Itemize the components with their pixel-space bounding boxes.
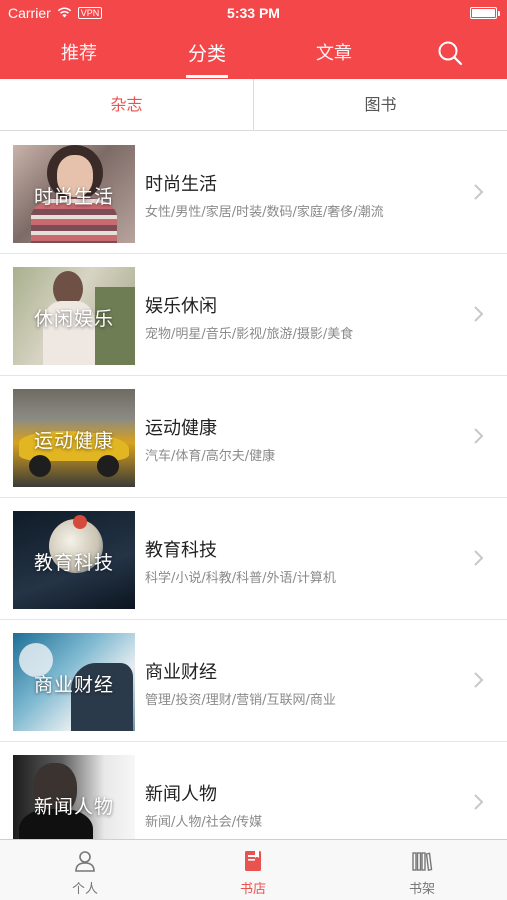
thumbnail-label: 商业财经 — [33, 674, 114, 696]
tab-label: 个人 — [71, 882, 98, 897]
person-icon — [75, 851, 95, 872]
segment-magazine[interactable]: 杂志 — [0, 79, 253, 131]
segment-books[interactable]: 图书 — [254, 79, 507, 131]
tab-personal[interactable]: 个人 — [35, 840, 135, 900]
chevron-right-icon — [474, 794, 484, 810]
category-row-education[interactable]: 教育科技 教育科技 科学/小说/科教/科普/外语/计算机 — [0, 498, 507, 620]
category-thumbnail: 休闲娱乐 — [13, 267, 135, 365]
category-row-news[interactable]: 新闻人物 新闻人物 新闻/人物/社会/传媒 — [0, 742, 507, 839]
tab-category[interactable]: 分类 — [167, 39, 247, 66]
search-icon[interactable] — [437, 40, 463, 66]
category-thumbnail: 时尚生活 — [13, 145, 135, 243]
category-subtitle: 汽车/体育/高尔夫/健康 — [145, 449, 276, 464]
category-subtitle: 管理/投资/理财/营销/互联网/商业 — [145, 693, 336, 708]
status-bar: Carrier VPN 5:33 PM — [0, 0, 507, 26]
category-row-fashion[interactable]: 时尚生活 时尚生活 女性/男性/家居/时装/数码/家庭/奢侈/潮流 — [0, 132, 507, 254]
bookstore-icon — [245, 851, 261, 871]
active-tab-indicator — [186, 75, 228, 78]
bottom-tab-bar: 个人 书店 书架 — [0, 839, 507, 900]
category-thumbnail: 教育科技 — [13, 511, 135, 609]
segment-control: 杂志 图书 — [0, 79, 507, 131]
category-title: 商业财经 — [145, 662, 217, 683]
chevron-right-icon — [474, 550, 484, 566]
category-thumbnail: 新闻人物 — [13, 755, 135, 839]
chevron-right-icon — [474, 184, 484, 200]
category-list: 时尚生活 时尚生活 女性/男性/家居/时装/数码/家庭/奢侈/潮流 休闲娱乐 娱… — [0, 132, 507, 839]
category-title: 时尚生活 — [145, 174, 217, 195]
category-row-sports[interactable]: 运动健康 运动健康 汽车/体育/高尔夫/健康 — [0, 376, 507, 498]
category-subtitle: 女性/男性/家居/时装/数码/家庭/奢侈/潮流 — [145, 205, 384, 220]
category-row-entertainment[interactable]: 休闲娱乐 娱乐休闲 宠物/明星/音乐/影视/旅游/摄影/美食 — [0, 254, 507, 376]
chevron-right-icon — [474, 306, 484, 322]
thumbnail-label: 时尚生活 — [33, 186, 114, 208]
tab-label: 书店 — [239, 882, 266, 897]
thumbnail-label: 运动健康 — [33, 430, 114, 452]
category-subtitle: 科学/小说/科教/科普/外语/计算机 — [145, 571, 336, 586]
tab-bookshelf[interactable]: 书架 — [372, 840, 472, 900]
thumbnail-label: 教育科技 — [33, 552, 114, 574]
category-title: 新闻人物 — [145, 784, 217, 805]
chevron-right-icon — [474, 428, 484, 444]
bookshelf-icon — [412, 852, 433, 872]
thumbnail-label: 新闻人物 — [33, 796, 114, 818]
category-thumbnail: 运动健康 — [13, 389, 135, 487]
tab-label: 书架 — [408, 882, 435, 897]
tab-recommend[interactable]: 推荐 — [39, 39, 119, 65]
app-header: Carrier VPN 5:33 PM 推荐 分类 文章 — [0, 0, 507, 79]
category-title: 运动健康 — [145, 418, 217, 439]
category-title: 娱乐休闲 — [145, 296, 217, 317]
category-row-business[interactable]: 商业财经 商业财经 管理/投资/理财/营销/互联网/商业 — [0, 620, 507, 742]
category-subtitle: 宠物/明星/音乐/影视/旅游/摄影/美食 — [145, 327, 354, 342]
top-nav: 推荐 分类 文章 — [0, 26, 507, 79]
status-time: 5:33 PM — [227, 5, 280, 21]
chevron-right-icon — [474, 672, 484, 688]
tab-bookstore[interactable]: 书店 — [203, 840, 303, 900]
battery-icon — [470, 7, 500, 19]
battery-fill — [472, 9, 495, 17]
category-title: 教育科技 — [145, 540, 217, 561]
thumbnail-label: 休闲娱乐 — [33, 308, 114, 330]
category-subtitle: 新闻/人物/社会/传媒 — [145, 815, 263, 830]
tab-articles[interactable]: 文章 — [294, 39, 374, 65]
category-thumbnail: 商业财经 — [13, 633, 135, 731]
